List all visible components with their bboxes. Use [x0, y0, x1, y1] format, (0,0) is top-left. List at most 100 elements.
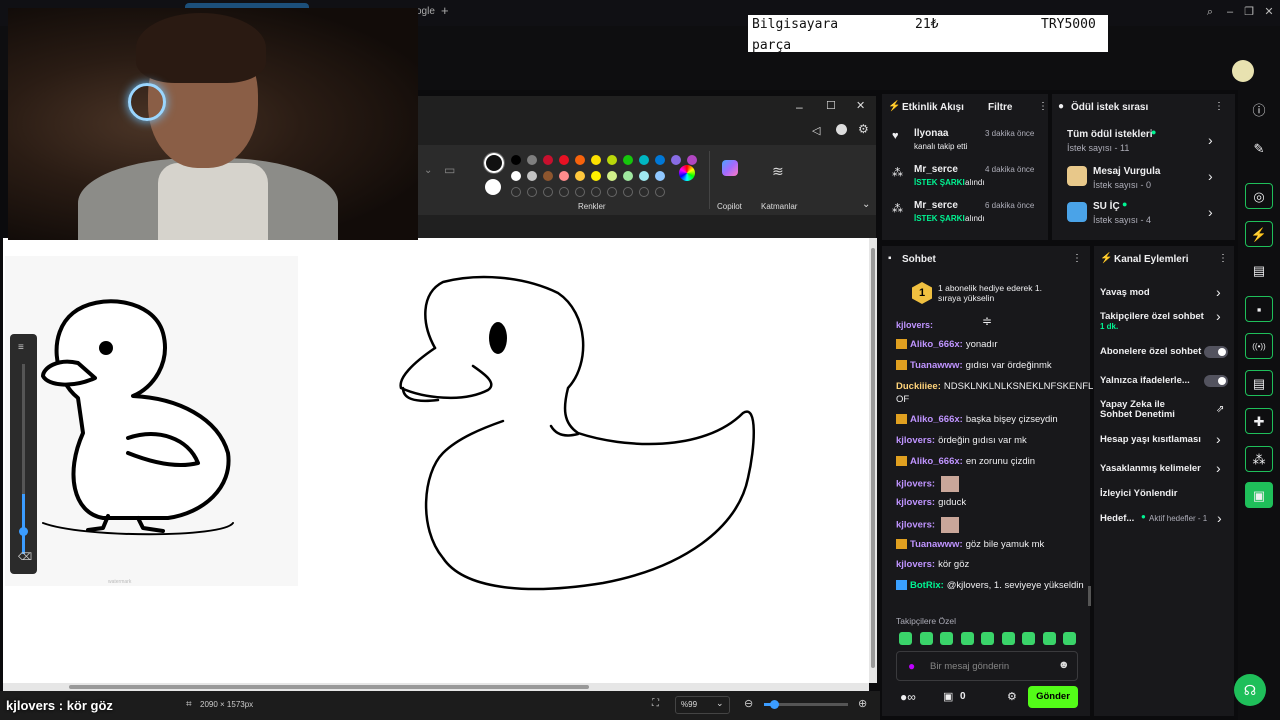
window-minimize-icon[interactable]: –	[796, 100, 803, 114]
gift-promo-text[interactable]: 1 abonelik hediye ederek 1. sıraya yükse…	[938, 283, 1058, 303]
reward-name[interactable]: SU İÇ	[1093, 201, 1120, 212]
game-icon[interactable]: ▣	[1245, 482, 1273, 508]
all-rewards-label[interactable]: Tüm ödül istekleri	[1067, 129, 1153, 140]
emote-icon[interactable]	[899, 632, 912, 645]
color-swatch[interactable]	[511, 171, 521, 181]
channel-action-label[interactable]: Yalnızca ifadelerle...	[1100, 375, 1190, 386]
activity-username[interactable]: Mr_serce	[914, 164, 958, 175]
color-swatch[interactable]	[559, 155, 569, 165]
collapse-ribbon-icon[interactable]: ⌄	[862, 199, 870, 210]
search-icon[interactable]: ⌕	[1203, 5, 1217, 19]
color-picker-icon[interactable]	[679, 165, 695, 181]
activity-username[interactable]: llyonaa	[914, 128, 948, 139]
chat-username[interactable]: BotRix:	[910, 580, 944, 591]
primary-color[interactable]	[483, 152, 505, 174]
empty-swatch[interactable]	[527, 187, 537, 197]
shapes-icon[interactable]: ▭	[444, 163, 455, 177]
empty-swatch[interactable]	[655, 187, 665, 197]
channel-action-label[interactable]: Takipçilere özel sohbet	[1100, 311, 1204, 322]
color-swatch[interactable]	[559, 171, 569, 181]
more-icon[interactable]: ⋮	[1038, 101, 1048, 112]
empty-swatch[interactable]	[511, 187, 521, 197]
color-swatch[interactable]	[591, 155, 601, 165]
channel-action-label[interactable]: İzleyici Yönlendir	[1100, 488, 1177, 499]
channel-action-label[interactable]: Abonelere özel sohbet	[1100, 346, 1201, 357]
color-swatch[interactable]	[655, 171, 665, 181]
color-swatch[interactable]	[623, 155, 633, 165]
help-button[interactable]: ☊	[1234, 674, 1266, 706]
emote-icon[interactable]	[981, 632, 994, 645]
chat-username[interactable]: kjlovers:	[896, 479, 935, 490]
chevron-right-icon[interactable]: ›	[1208, 168, 1213, 184]
horizontal-scrollbar[interactable]	[3, 683, 869, 691]
avatar[interactable]	[1232, 60, 1254, 82]
external-link-icon[interactable]: ⇗	[1216, 404, 1224, 415]
activity-username[interactable]: Mr_serce	[914, 200, 958, 211]
channel-action-label[interactable]: Yasaklanmış kelimeler	[1100, 463, 1201, 474]
send-button[interactable]: Gönder	[1028, 686, 1078, 708]
chevron-right-icon[interactable]: ›	[1216, 284, 1221, 300]
notes-icon[interactable]: ▤	[1245, 258, 1273, 284]
color-swatch[interactable]	[687, 155, 697, 165]
brush-size-slider[interactable]: ⌫ ≡	[10, 334, 37, 574]
settings-icon[interactable]: ⚙	[858, 122, 869, 136]
channel-points-icon[interactable]: ●∞	[900, 690, 916, 704]
color-swatch[interactable]	[639, 155, 649, 165]
empty-swatch[interactable]	[607, 187, 617, 197]
broadcast-icon[interactable]: ((•))	[1245, 333, 1273, 359]
color-swatch[interactable]	[527, 155, 537, 165]
emoji-icon[interactable]: ☻	[1058, 659, 1070, 671]
brush-icon[interactable]: ⌄	[424, 165, 432, 176]
gift-icon[interactable]: ▣	[943, 690, 953, 703]
close-icon[interactable]: ✕	[1262, 5, 1276, 19]
color-swatch[interactable]	[607, 171, 617, 181]
empty-swatch[interactable]	[591, 187, 601, 197]
channel-action-label[interactable]: Hesap yaşı kısıtlaması	[1100, 434, 1201, 445]
eraser-icon[interactable]: ⌫	[18, 552, 32, 563]
chat-username[interactable]: Tuanawww:	[910, 360, 963, 371]
empty-swatch[interactable]	[575, 187, 585, 197]
color-swatch[interactable]	[607, 155, 617, 165]
zoom-slider[interactable]	[764, 700, 848, 709]
pencil-icon[interactable]: ✎	[1245, 136, 1273, 162]
emote-icon[interactable]	[960, 632, 974, 645]
chevron-right-icon[interactable]: ›	[1216, 431, 1221, 447]
chevron-right-icon[interactable]: ›	[1208, 132, 1213, 148]
emote-icon[interactable]	[1042, 632, 1056, 645]
empty-swatch[interactable]	[543, 187, 553, 197]
new-tab-button[interactable]: +	[441, 3, 449, 18]
bolt-icon[interactable]: ⚡	[1245, 221, 1273, 247]
empty-swatch[interactable]	[559, 187, 569, 197]
chat-username[interactable]: Aliko_666x:	[910, 339, 963, 350]
toggle-switch[interactable]	[1204, 346, 1228, 358]
zoom-in-icon[interactable]: ⊕	[858, 697, 867, 710]
color-swatch[interactable]	[655, 155, 665, 165]
zoom-select[interactable]: %99 ⌄	[675, 696, 730, 714]
toggle-switch[interactable]	[1204, 375, 1228, 387]
vertical-scrollbar[interactable]	[869, 238, 877, 683]
microphone-icon[interactable]: ●	[908, 659, 915, 673]
window-close-icon[interactable]: ✕	[856, 99, 865, 112]
empty-swatch[interactable]	[623, 187, 633, 197]
filter-button[interactable]: Filtre	[988, 102, 1012, 113]
emote-icon[interactable]	[1001, 632, 1015, 645]
color-swatch[interactable]	[671, 155, 681, 165]
copilot-label[interactable]: Copilot	[717, 202, 742, 211]
chat-username[interactable]: kjlovers:	[896, 435, 935, 446]
info-icon[interactable]: ⓘ	[1245, 98, 1273, 124]
zoom-out-icon[interactable]: ⊖	[744, 697, 753, 710]
chevron-right-icon[interactable]: ›	[1216, 460, 1221, 476]
reward-name[interactable]: Mesaj Vurgula	[1093, 166, 1160, 177]
chat-username[interactable]: kjlovers:	[896, 520, 935, 531]
camera-icon[interactable]: ◎	[1245, 183, 1273, 209]
minimize-icon[interactable]: –	[1223, 5, 1237, 19]
layers-icon[interactable]: ≋	[772, 163, 784, 180]
color-swatch[interactable]	[543, 171, 553, 181]
chat-username[interactable]: kjlovers:	[896, 497, 935, 508]
emote-icon[interactable]	[919, 632, 933, 645]
empty-swatch[interactable]	[639, 187, 649, 197]
color-swatch[interactable]	[575, 155, 585, 165]
color-swatch[interactable]	[543, 155, 553, 165]
pin-icon[interactable]: ≑	[982, 314, 992, 328]
color-swatch[interactable]	[575, 171, 585, 181]
